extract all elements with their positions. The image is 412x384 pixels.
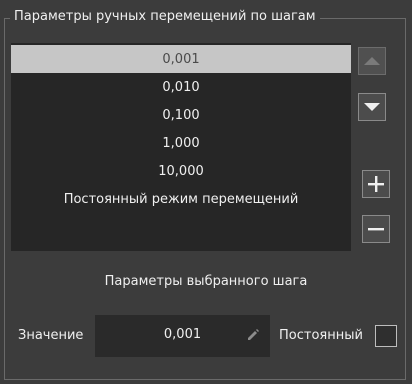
list-item-4[interactable]: 10,000	[11, 157, 351, 185]
remove-step-button[interactable]	[362, 215, 390, 243]
value-text: 0,001	[163, 327, 202, 342]
list-item-3[interactable]: 1,000	[11, 129, 351, 157]
move-down-button[interactable]	[358, 93, 386, 121]
selected-step-heading: Параметры выбранного шага	[104, 274, 308, 289]
minus-icon	[368, 228, 384, 231]
chevron-up-icon	[364, 57, 380, 65]
list-item-0[interactable]: 0,001	[11, 45, 351, 73]
list-item-label: 0,010	[162, 79, 200, 95]
list-item-2[interactable]: 0,100	[11, 101, 351, 129]
add-step-button[interactable]	[362, 170, 390, 198]
list-item-label: 0,001	[162, 51, 200, 67]
chevron-down-icon	[364, 103, 380, 111]
value-field[interactable]: 0,001	[95, 315, 270, 357]
pencil-icon[interactable]	[246, 328, 260, 342]
constant-checkbox[interactable]	[375, 325, 397, 347]
list-item-label: 10,000	[158, 163, 204, 179]
list-item-label: 0,100	[162, 107, 200, 123]
step-list[interactable]: 0,001 0,010 0,100 1,000 10,000 Постоянны…	[11, 43, 351, 251]
move-up-button[interactable]	[358, 47, 386, 75]
plus-icon	[368, 176, 384, 192]
list-item-label: 1,000	[162, 135, 200, 151]
value-label: Значение	[18, 328, 84, 343]
list-item-label: Постоянный режим перемещений	[63, 191, 299, 207]
groupbox-title: Параметры ручных перемещений по шагам	[10, 8, 320, 26]
list-item-5[interactable]: Постоянный режим перемещений	[11, 185, 351, 213]
constant-label: Постоянный	[279, 328, 363, 343]
list-item-1[interactable]: 0,010	[11, 73, 351, 101]
